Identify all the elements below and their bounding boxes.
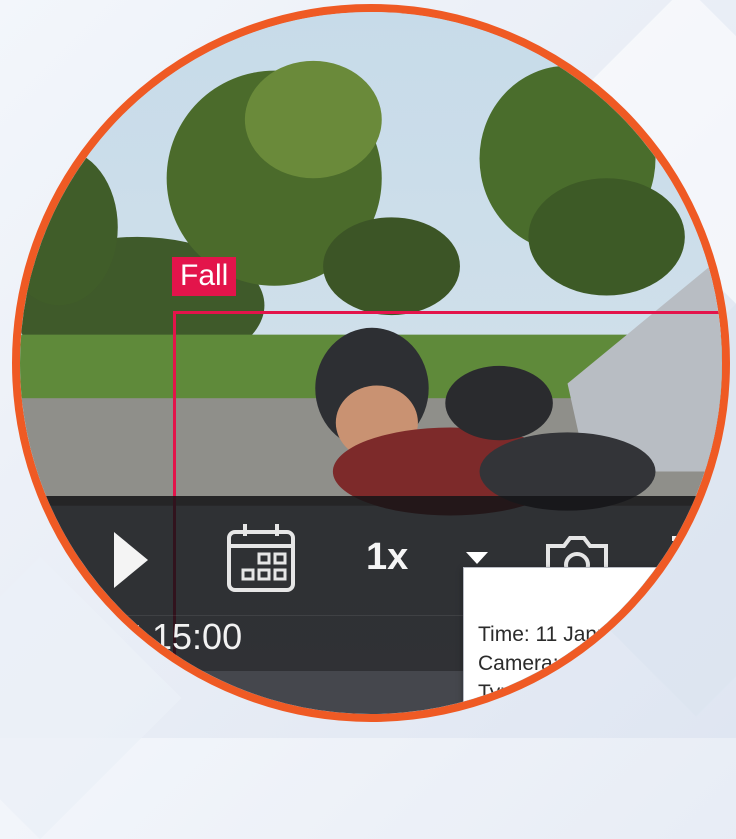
calendar-icon[interactable] (225, 522, 297, 594)
event-camera: Camera: Camera 1. (478, 652, 663, 675)
playback-speed[interactable]: 1x (366, 536, 408, 579)
timeline-tick (137, 625, 139, 663)
event-type: Type: Information. (478, 681, 647, 704)
play-icon[interactable] (114, 532, 148, 588)
speed-dropdown-caret-icon[interactable] (466, 552, 488, 564)
timeline-time-label: 15:00 (152, 616, 243, 657)
event-time: Time: 11 January 202 (478, 623, 679, 646)
event-description: Event: Fall detected. (478, 710, 670, 722)
detection-label: Fall (172, 257, 237, 296)
event-details-popup: Time: 11 January 202 Camera: Camera 1. T… (463, 567, 722, 722)
zoom-highlight-circle: Fall 1x 15:00 : Time: 11 January 2 (12, 4, 730, 722)
previous-button[interactable] (38, 532, 56, 582)
